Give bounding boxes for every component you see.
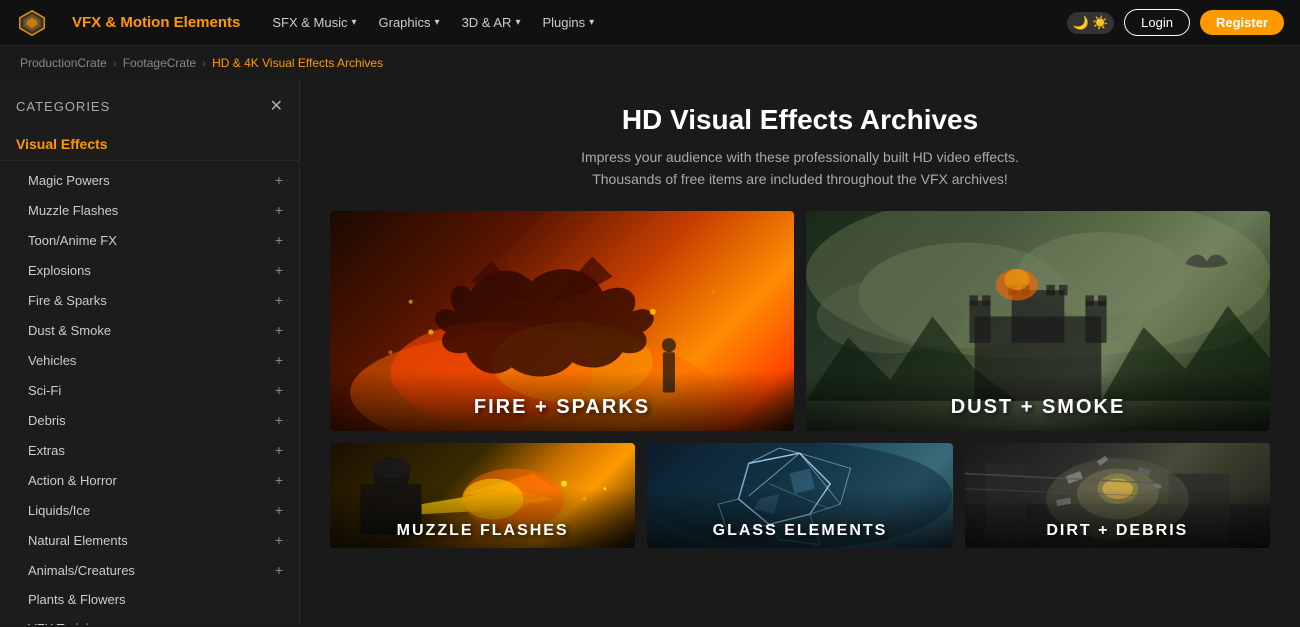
sidebar-title: Categories [16, 99, 110, 114]
plus-icon: + [275, 232, 283, 248]
grid-row-2: MUZZLE FLASHES [330, 443, 1270, 548]
breadcrumb-current: HD & 4K Visual Effects Archives [212, 56, 383, 70]
plus-icon: + [275, 322, 283, 338]
sidebar-item-explosions[interactable]: Explosions + [0, 255, 299, 285]
plus-icon: + [275, 352, 283, 368]
sidebar-section-visual-effects[interactable]: Visual Effects [0, 128, 299, 161]
plus-icon: + [275, 442, 283, 458]
card-dust-smoke[interactable]: DUST + SMOKE [806, 211, 1270, 431]
sidebar-item-sci-fi[interactable]: Sci-Fi + [0, 375, 299, 405]
plus-icon: + [275, 382, 283, 398]
card-muzzle-flashes[interactable]: MUZZLE FLASHES [330, 443, 635, 548]
debris-label: DIRT + DEBRIS [965, 522, 1270, 540]
sidebar-item-extras[interactable]: Extras + [0, 435, 299, 465]
plus-icon: + [275, 472, 283, 488]
content-area: HD Visual Effects Archives Impress your … [300, 80, 1300, 625]
logo[interactable] [16, 7, 48, 39]
plus-icon: + [275, 412, 283, 428]
sidebar-item-liquids-ice[interactable]: Liquids/Ice + [0, 495, 299, 525]
plus-icon: + [275, 292, 283, 308]
main-layout: Categories ✕ Visual Effects Magic Powers… [0, 80, 1300, 625]
nav-plugins[interactable]: Plugins ▾ [534, 11, 602, 34]
moon-icon: 🌙 [1073, 15, 1089, 31]
sidebar-item-vehicles[interactable]: Vehicles + [0, 345, 299, 375]
sidebar-item-animals-creatures[interactable]: Animals/Creatures + [0, 555, 299, 585]
theme-toggle[interactable]: 🌙 ☀️ [1067, 12, 1114, 34]
register-button[interactable]: Register [1200, 10, 1284, 35]
sidebar-item-debris[interactable]: Debris + [0, 405, 299, 435]
card-glass-elements[interactable]: GLASS ELEMENTS [647, 443, 952, 548]
plus-icon: + [275, 502, 283, 518]
nav-brand[interactable]: VFX & Motion Elements [72, 14, 240, 31]
chevron-down-icon: ▾ [351, 17, 356, 28]
navbar: VFX & Motion Elements SFX & Music ▾ Grap… [0, 0, 1300, 46]
fire-sparks-label: FIRE + SPARKS [330, 396, 794, 419]
login-button[interactable]: Login [1124, 9, 1190, 36]
card-dirt-debris[interactable]: DIRT + DEBRIS [965, 443, 1270, 548]
grid-row-1: FIRE + SPARKS [330, 211, 1270, 431]
breadcrumb-productioncrate[interactable]: ProductionCrate [20, 56, 107, 70]
plus-icon: + [275, 562, 283, 578]
breadcrumb-sep-2: › [202, 56, 206, 70]
nav-3d-ar[interactable]: 3D & AR ▾ [454, 11, 529, 34]
sidebar-item-plants-flowers[interactable]: Plants & Flowers [0, 585, 299, 614]
muzzle-label: MUZZLE FLASHES [330, 522, 635, 540]
chevron-down-icon: ▾ [435, 17, 440, 28]
sidebar-close-button[interactable]: ✕ [270, 96, 283, 116]
nav-links: SFX & Music ▾ Graphics ▾ 3D & AR ▾ Plugi… [264, 11, 1042, 34]
sidebar-item-toon-anime-fx[interactable]: Toon/Anime FX + [0, 225, 299, 255]
nav-graphics[interactable]: Graphics ▾ [371, 11, 448, 34]
plus-icon: + [275, 172, 283, 188]
chevron-down-icon: ▾ [589, 17, 594, 28]
card-fire-sparks[interactable]: FIRE + SPARKS [330, 211, 794, 431]
sun-icon: ☀️ [1092, 15, 1108, 31]
plus-icon: + [275, 262, 283, 278]
breadcrumb-footagecrate[interactable]: FootageCrate [123, 56, 196, 70]
glass-label: GLASS ELEMENTS [647, 522, 952, 540]
page-subtitle: Impress your audience with these profess… [330, 146, 1270, 191]
sidebar-item-natural-elements[interactable]: Natural Elements + [0, 525, 299, 555]
nav-sfx-music[interactable]: SFX & Music ▾ [264, 11, 364, 34]
sidebar: Categories ✕ Visual Effects Magic Powers… [0, 80, 300, 625]
plus-icon: + [275, 202, 283, 218]
sidebar-item-action-horror[interactable]: Action & Horror + [0, 465, 299, 495]
sidebar-header: Categories ✕ [0, 92, 299, 128]
breadcrumb: ProductionCrate › FootageCrate › HD & 4K… [0, 46, 1300, 80]
sidebar-item-dust-smoke[interactable]: Dust & Smoke + [0, 315, 299, 345]
nav-right: 🌙 ☀️ Login Register [1067, 9, 1284, 36]
sidebar-item-vfx-training[interactable]: VFX Training [0, 614, 299, 625]
page-heading: HD Visual Effects Archives Impress your … [330, 104, 1270, 191]
sidebar-item-muzzle-flashes[interactable]: Muzzle Flashes + [0, 195, 299, 225]
breadcrumb-sep-1: › [113, 56, 117, 70]
dust-smoke-label: DUST + SMOKE [806, 396, 1270, 419]
sidebar-item-fire-sparks[interactable]: Fire & Sparks + [0, 285, 299, 315]
chevron-down-icon: ▾ [515, 17, 520, 28]
sidebar-item-magic-powers[interactable]: Magic Powers + [0, 165, 299, 195]
plus-icon: + [275, 532, 283, 548]
page-title: HD Visual Effects Archives [330, 104, 1270, 136]
